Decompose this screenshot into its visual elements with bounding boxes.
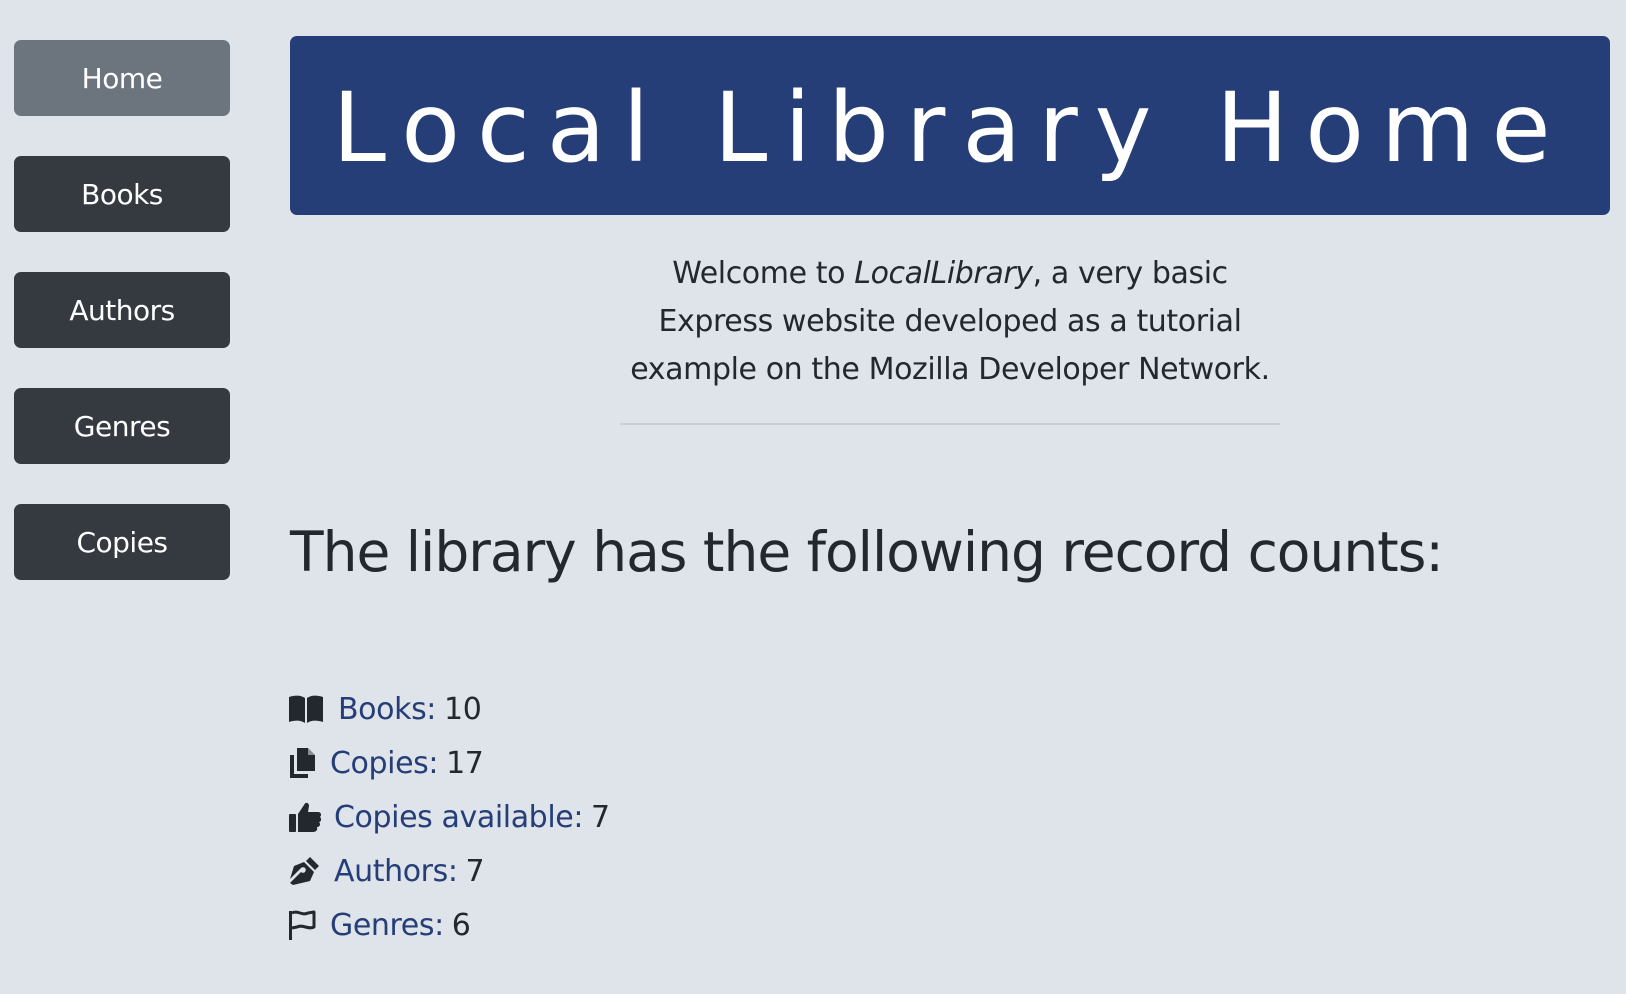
thumbs-up-icon bbox=[288, 799, 324, 835]
intro-paragraph: Welcome to LocalLibrary, a very basic Ex… bbox=[620, 250, 1280, 394]
authors-link[interactable]: Authors: bbox=[334, 854, 458, 889]
books-count: 10 bbox=[444, 691, 482, 727]
flag-icon bbox=[288, 907, 320, 943]
copies-available-link[interactable]: Copies available: bbox=[334, 800, 583, 835]
list-item-books: Books: 10 bbox=[288, 682, 610, 736]
nav-copies-button[interactable]: Copies bbox=[14, 504, 230, 580]
genres-count: 6 bbox=[451, 907, 471, 943]
copies-count: 17 bbox=[446, 745, 484, 781]
list-item-authors: Authors: 7 bbox=[288, 844, 610, 898]
list-item-genres: Genres: 6 bbox=[288, 898, 610, 952]
copies-available-count: 7 bbox=[591, 799, 610, 835]
intro-prefix: Welcome to bbox=[672, 256, 855, 291]
nav-genres-button[interactable]: Genres bbox=[14, 388, 230, 464]
books-link[interactable]: Books: bbox=[338, 692, 436, 727]
sidebar-nav: Home Books Authors Genres Copies bbox=[14, 40, 230, 620]
pen-nib-icon bbox=[288, 853, 324, 889]
copies-link[interactable]: Copies: bbox=[330, 746, 438, 781]
intro-app-name: LocalLibrary bbox=[854, 256, 1033, 291]
record-counts-heading: The library has the following record cou… bbox=[290, 520, 1444, 584]
book-open-icon bbox=[288, 691, 328, 727]
authors-count: 7 bbox=[465, 853, 485, 889]
page-title: Local Library Home bbox=[332, 71, 1568, 184]
divider bbox=[620, 423, 1280, 425]
list-item-copies-available: Copies available: 7 bbox=[288, 790, 610, 844]
copies-icon bbox=[288, 745, 320, 781]
nav-home-button[interactable]: Home bbox=[14, 40, 230, 116]
nav-books-button[interactable]: Books bbox=[14, 156, 230, 232]
list-item-copies: Copies: 17 bbox=[288, 736, 610, 790]
page-banner: Local Library Home bbox=[290, 36, 1610, 215]
genres-link[interactable]: Genres: bbox=[330, 908, 444, 943]
record-counts-list: Books: 10 Copies: 17 Copies available: 7 bbox=[288, 682, 610, 952]
nav-authors-button[interactable]: Authors bbox=[14, 272, 230, 348]
